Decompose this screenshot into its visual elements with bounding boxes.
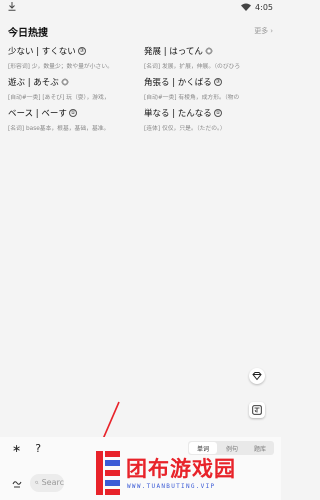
word-definition: [连体] 仅仅，只是。（ただの。） xyxy=(144,126,226,132)
download-icon xyxy=(8,1,16,13)
level-gear-icon xyxy=(60,78,69,86)
word-definition: [名词] 发展，扩展，伸展。（のびひろ xyxy=(144,64,241,70)
word-definition: [形容词] 少，数量少；数や量が小さい。 xyxy=(8,64,113,70)
level-badge: ③ xyxy=(213,78,222,86)
wifi-icon xyxy=(241,3,252,11)
word-label: 単なる | たんなる xyxy=(144,109,212,119)
asterisk-key[interactable]: ∗ xyxy=(12,442,21,455)
word-definition: [自动#一类] [あそび] 玩（耍），游戏， xyxy=(8,95,110,101)
clock: 4:05 xyxy=(255,2,273,12)
hot-words-list: 少ない | すくない ③ [形容词] 少，数量少；数や量が小さい。 発展 | はっ… xyxy=(8,45,272,132)
search-placeholder: Searc xyxy=(41,478,64,487)
premium-button[interactable] xyxy=(249,368,265,384)
watermark-brand: 团布游戏园 xyxy=(126,457,236,481)
handwriting-icon[interactable] xyxy=(12,473,22,492)
translate-button[interactable] xyxy=(249,402,265,418)
watermark-url: WWW.TUANBUTING.VIP xyxy=(127,483,216,490)
level-gear-icon xyxy=(204,47,213,55)
diamond-icon xyxy=(252,372,262,381)
section-title: 今日热搜 xyxy=(8,28,48,39)
level-badge: ① xyxy=(68,109,77,117)
word-label: 少ない | すくない xyxy=(8,47,76,57)
status-right: 4:05 xyxy=(241,3,273,12)
search-input[interactable]: Searc xyxy=(30,473,64,492)
word-label: 発展 | はってん xyxy=(144,47,203,57)
level-badge: ③ xyxy=(77,47,86,55)
word-label: 角張る | かくばる xyxy=(144,78,212,88)
hot-word-item[interactable]: 少ない | すくない ③ [形容词] 少，数量少；数や量が小さい。 xyxy=(8,45,144,70)
translate-icon xyxy=(252,405,262,415)
level-badge: ① xyxy=(213,109,222,117)
status-bar: 4:05 xyxy=(0,0,281,14)
search-icon xyxy=(35,480,39,485)
word-label: 遊ぶ | あそぶ xyxy=(8,78,59,88)
search-row: Searc xyxy=(12,473,64,492)
word-definition: [名词] base基本，根基，基础，基准。 xyxy=(8,126,110,132)
watermark: 团布游戏园 WWW.TUANBUTING.VIP xyxy=(96,451,276,497)
hot-word-item[interactable]: 角張る | かくばる ③ [自动#一类] 有棱角，成方形。（物の xyxy=(144,76,272,101)
hot-word-item[interactable]: 遊ぶ | あそぶ [自动#一类] [あそび] 玩（耍），游戏， xyxy=(8,76,144,101)
hot-word-item[interactable]: 発展 | はってん [名词] 发展，扩展，伸展。（のびひろ xyxy=(144,45,272,70)
more-link[interactable]: 更多 › xyxy=(254,26,273,36)
more-label: 更多 xyxy=(254,27,269,35)
hot-word-item[interactable]: 単なる | たんなる ① [连体] 仅仅，只是。（ただの。） xyxy=(144,107,272,132)
hot-word-item[interactable]: ベース | ベーす ① [名词] base基本，根基，基础，基准。 xyxy=(8,107,144,132)
watermark-logo xyxy=(96,451,120,495)
chevron-right-icon: › xyxy=(270,27,273,35)
word-definition: [自动#一类] 有棱角，成方形。（物の xyxy=(144,95,240,101)
keyboard-shortcuts: ∗ ? xyxy=(12,442,41,455)
question-key[interactable]: ? xyxy=(35,442,41,455)
word-label: ベース | ベーす xyxy=(8,109,67,119)
